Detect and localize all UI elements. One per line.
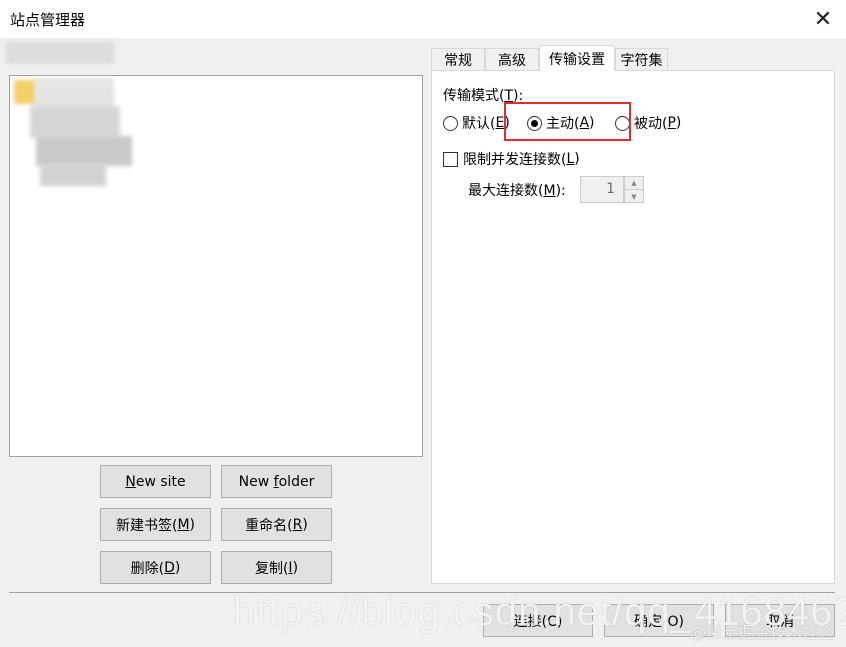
tree-item-blurred[interactable]	[36, 136, 132, 166]
max-connections-label: 最大连接数(M):	[468, 183, 566, 199]
tab-content-panel	[431, 70, 835, 584]
max-connections-spinner[interactable]: ▲ ▼	[624, 176, 644, 203]
chevron-up-icon[interactable]: ▲	[625, 177, 643, 190]
delete-button[interactable]: 删除(D)	[100, 551, 211, 584]
new-folder-button[interactable]: New f older	[221, 465, 332, 498]
radio-circle[interactable]	[443, 115, 458, 131]
new-site-button[interactable]: New site	[100, 465, 211, 498]
radio-default[interactable]: 默认(E)	[443, 113, 510, 133]
chevron-down-icon[interactable]: ▼	[625, 190, 643, 203]
tab-general[interactable]: 常规	[431, 48, 485, 71]
limit-connections-checkbox[interactable]: 限制并发连接数(L)	[443, 149, 580, 169]
tab-advanced[interactable]: 高级	[485, 48, 539, 71]
blurred-header	[6, 42, 114, 64]
checkbox-box[interactable]	[443, 151, 458, 167]
tree-item-blurred[interactable]	[40, 164, 106, 186]
title-bar: 站点管理器 ✕	[0, 0, 846, 38]
rename-button[interactable]: 重命名(R)	[221, 508, 332, 541]
site-tree[interactable]	[9, 75, 423, 457]
new-bookmark-button[interactable]: 新建书签(M)	[100, 508, 211, 541]
tab-charset[interactable]: 字符集	[615, 48, 668, 71]
close-icon: ✕	[813, 6, 833, 32]
window-title: 站点管理器	[10, 11, 86, 29]
close-button[interactable]: ✕	[800, 0, 846, 38]
tree-item-blurred[interactable]	[34, 78, 114, 108]
watermark-community: @稀土掘金技术社区	[690, 623, 835, 642]
duplicate-button[interactable]: 复制(I)	[221, 551, 332, 584]
annotation-highlight-box	[504, 102, 631, 141]
max-connections-input[interactable]: 1	[580, 176, 624, 203]
tree-item-blurred[interactable]	[30, 106, 120, 138]
tab-transfer-settings[interactable]: 传输设置	[539, 45, 615, 71]
